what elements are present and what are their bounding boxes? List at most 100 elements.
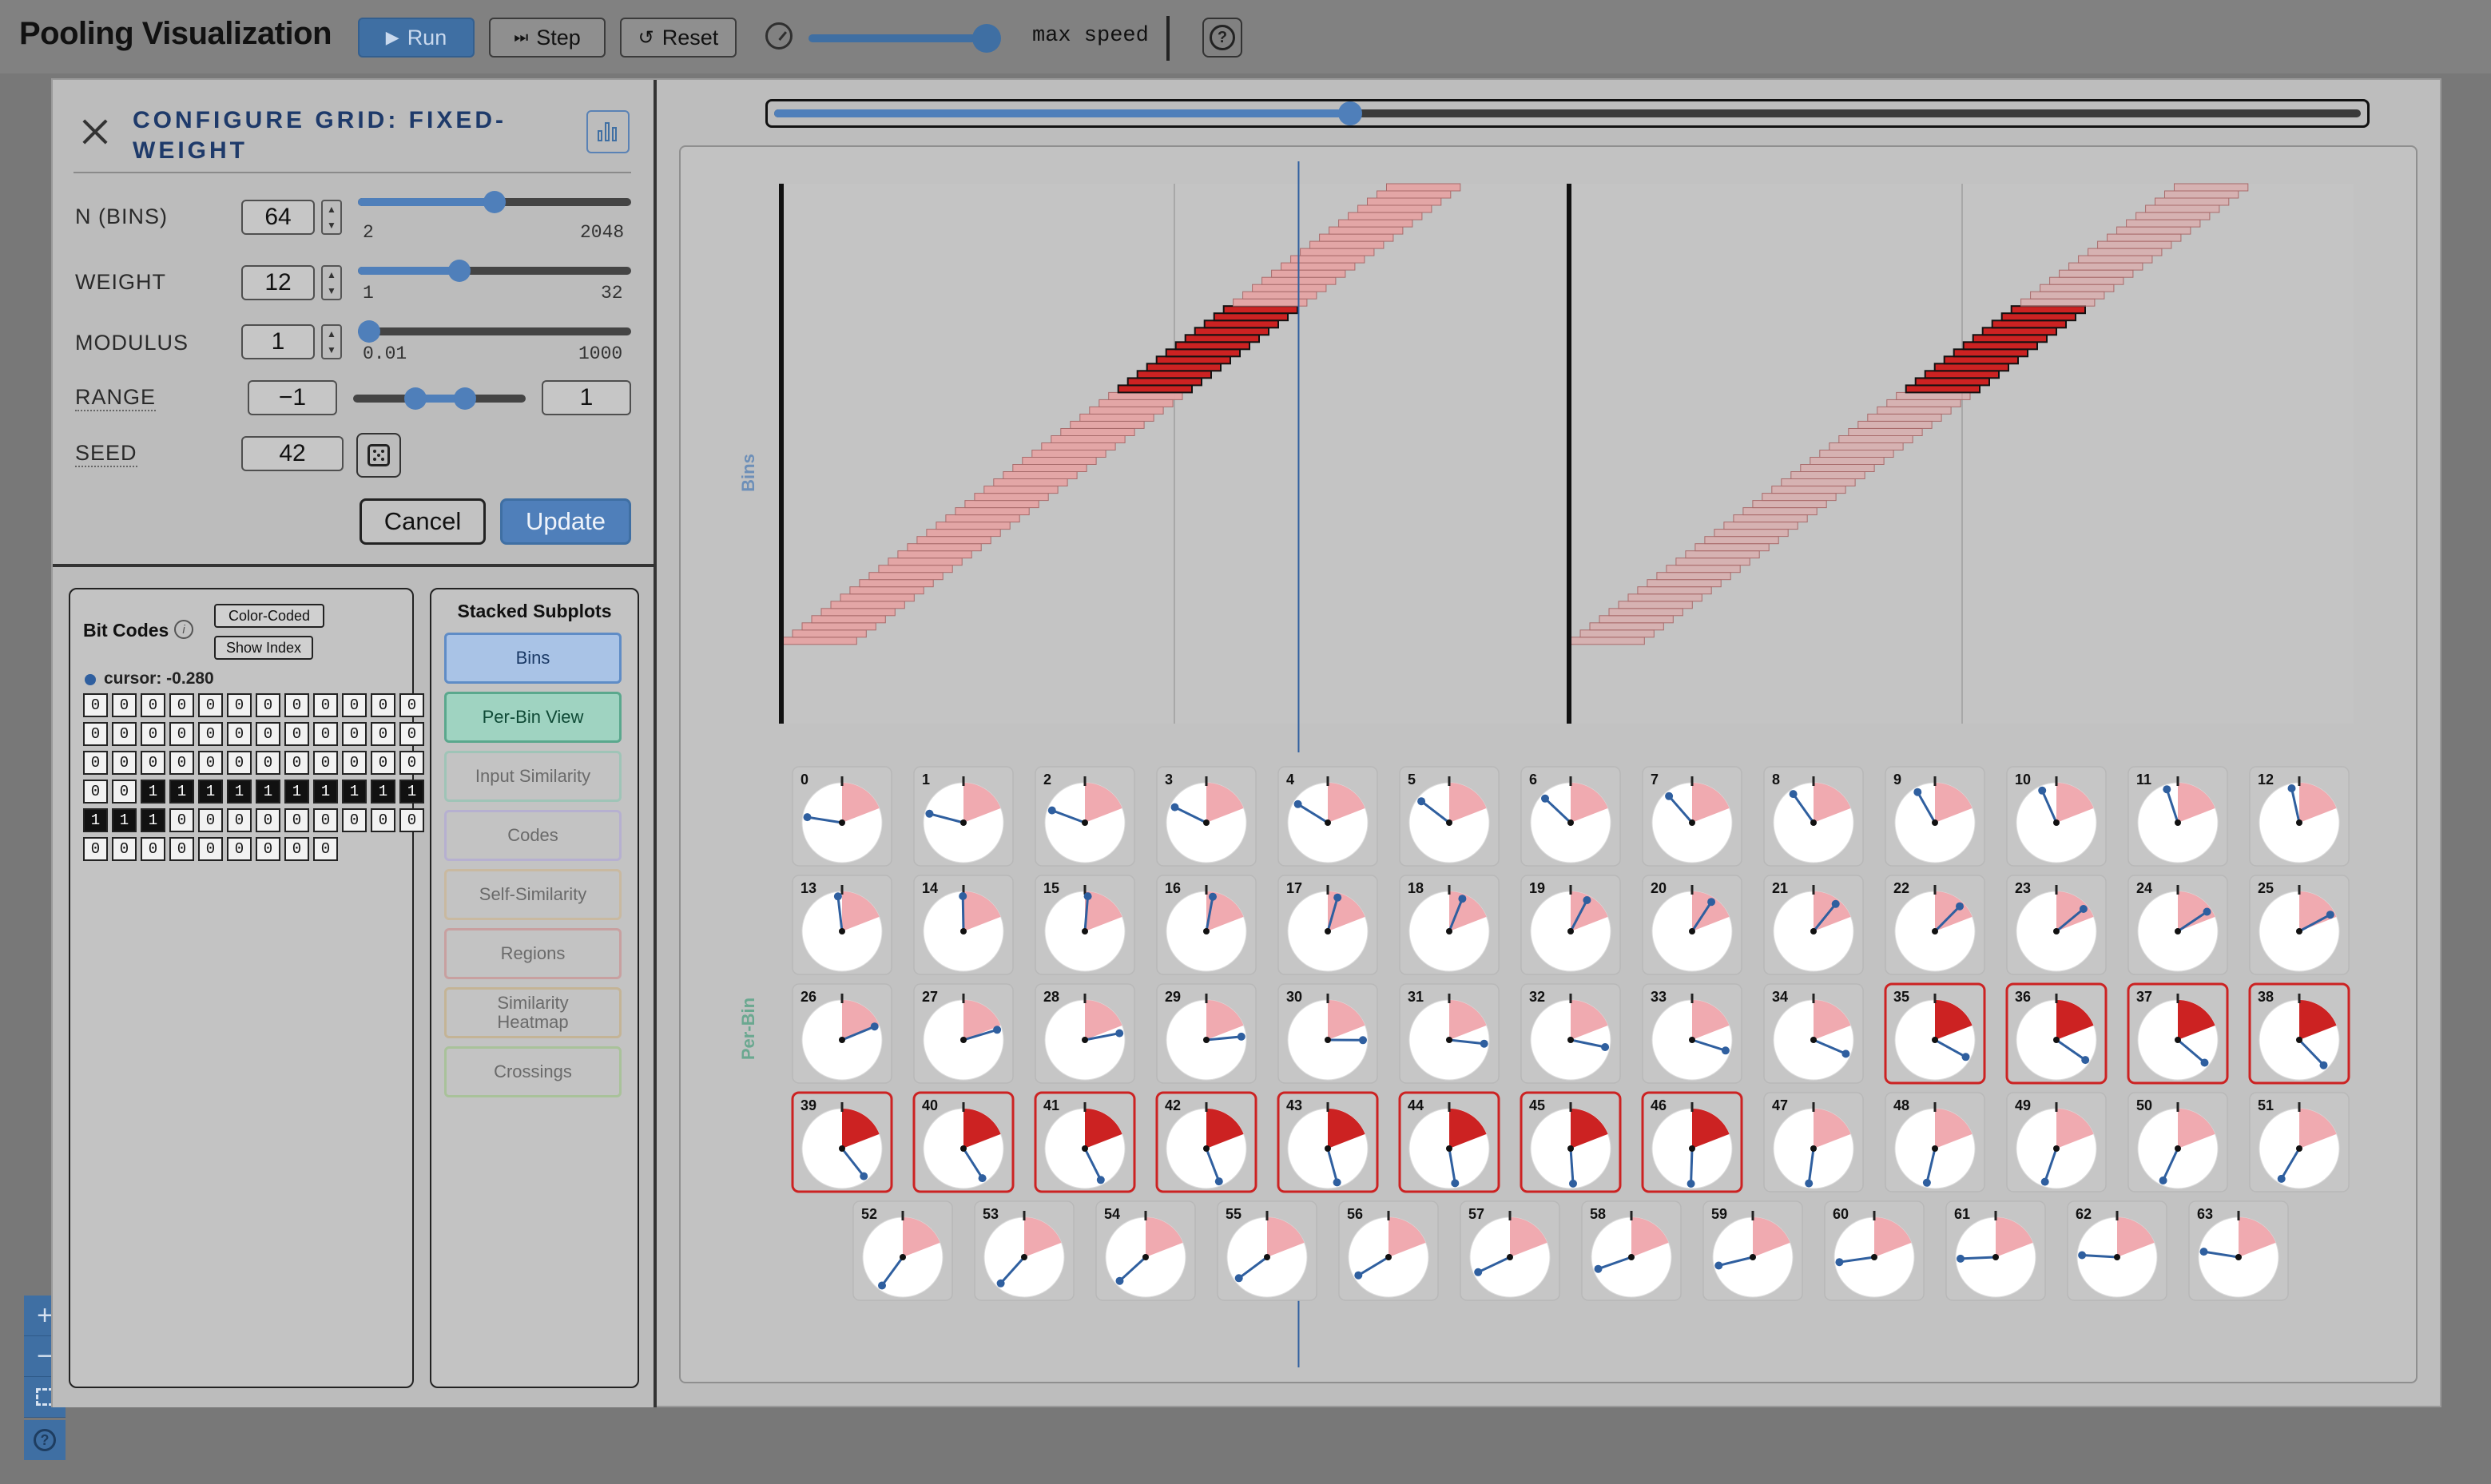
bin-bar [1319,233,1394,242]
gauge-index-label: 13 [801,880,816,896]
bin-bar [1290,255,1365,264]
stepper-up-icon[interactable]: ▲ [327,270,336,280]
gauge-index-label: 4 [1286,772,1294,788]
info-icon[interactable]: i [174,620,193,639]
bit-cell: 0 [112,780,137,804]
speed-slider-knob[interactable] [972,24,1002,53]
range-max-knob[interactable] [454,387,476,410]
timeline-slider[interactable] [765,99,2370,128]
canvas-help-button[interactable]: ? [24,1420,66,1460]
range-slider[interactable] [353,395,526,403]
gauge-needle-tip [1835,1258,1844,1267]
modulus-slider-knob[interactable] [358,320,380,343]
gauge-center [1142,1254,1149,1260]
bin-bar [1108,391,1183,400]
gauge-needle-tip [1333,893,1342,902]
gauge-index-label: 43 [1286,1097,1302,1113]
bin-bar [964,500,1039,509]
gauge-center [839,819,845,826]
bit-cell: 0 [399,693,424,717]
cancel-button[interactable]: Cancel [360,498,486,545]
color-coded-toggle[interactable]: Color-Coded [214,604,324,628]
gauge-center [1932,928,1938,934]
stepper-down-icon[interactable]: ▼ [327,286,336,296]
bin-bar [1877,406,1952,415]
bar-chart-icon[interactable] [586,110,630,153]
stepper-up-icon[interactable]: ▲ [327,204,336,214]
bit-cell: 0 [284,722,309,746]
help-icon: ? [34,1429,56,1451]
run-button[interactable]: ▶ Run [358,18,475,58]
step-forward-icon: ⏭ [514,28,529,46]
subplot-bins-button[interactable]: Bins [444,633,622,684]
modulus-slider[interactable] [358,327,631,335]
gauge-needle-tip [1541,794,1549,803]
n-bins-slider-knob[interactable] [483,191,506,213]
step-button[interactable]: ⏭ Step [489,18,606,58]
bit-cell: 0 [227,722,252,746]
gauge-center [960,1145,967,1152]
weight-slider-knob[interactable] [447,260,471,282]
bin-bar [2135,212,2211,220]
reset-button[interactable]: ↺ Reset [620,18,737,58]
modulus-stepper[interactable]: ▲ ▼ [321,324,342,359]
bit-cell: 0 [112,837,137,861]
range-min-input[interactable]: −1 [248,380,337,415]
subplot-codes-button[interactable]: Codes [444,810,622,861]
gauge-needle-tip [1583,896,1591,904]
gauge-index-label: 59 [1711,1206,1727,1222]
stepper-down-icon[interactable]: ▼ [327,345,336,355]
subplot-input-similarity-button[interactable]: Input Similarity [444,751,622,802]
n-bins-stepper[interactable]: ▲ ▼ [321,200,342,235]
bar-chart-bar [612,127,617,141]
bin-bar [868,572,944,581]
gauge-needle-tip [1961,1053,1970,1061]
close-icon[interactable] [81,118,109,145]
bit-cell: 0 [342,751,367,775]
weight-stepper[interactable]: ▲ ▼ [321,265,342,300]
gauge-needle-tip [959,892,967,900]
show-index-toggle[interactable]: Show Index [214,636,313,660]
bit-cell: 1 [371,780,395,804]
bit-cell: 0 [83,837,108,861]
bin-bar-active [1184,334,1261,343]
stepper-up-icon[interactable]: ▲ [327,329,336,339]
randomize-seed-button[interactable] [356,433,401,478]
bin-bar [1723,522,1798,530]
subplot-similarity-heatmap-button[interactable]: Similarity Heatmap [444,987,622,1038]
bit-cell: 0 [227,837,252,861]
bin-bar [1242,291,1317,300]
timeline-track[interactable] [774,101,2361,125]
gauge-center [1567,1145,1574,1152]
subplot-crossings-button[interactable]: Crossings [444,1046,622,1097]
gauge-index-label: 32 [1529,989,1545,1005]
range-max-input[interactable]: 1 [542,380,631,415]
n-bins-input[interactable]: 64 [241,200,315,235]
subplot-per-bin-button[interactable]: Per-Bin View [444,692,622,743]
stepper-down-icon[interactable]: ▼ [327,220,336,230]
weight-input[interactable]: 12 [241,265,315,300]
gauge-needle-tip [1789,790,1798,799]
subplot-regions-button[interactable]: Regions [444,928,622,979]
bin-bar [2126,219,2201,228]
weight-slider[interactable] [358,267,631,275]
gauge-index-label: 51 [2258,1097,2274,1113]
subplot-self-similarity-button[interactable]: Self-Similarity [444,869,622,920]
gauge-center [1446,928,1452,934]
bit-cell: 0 [371,722,395,746]
seed-input[interactable]: 42 [241,436,344,471]
gauge-needle-tip [2200,1058,2209,1067]
speed-slider[interactable] [808,34,992,42]
bit-cell: 0 [198,751,223,775]
modulus-input[interactable]: 1 [241,324,315,359]
bit-cell: 0 [83,693,108,717]
bin-bar [1867,413,1942,422]
range-min-knob[interactable] [404,387,427,410]
timeline-knob[interactable] [1337,101,1362,125]
bin-bar [1704,536,1779,545]
gauge-center [2235,1254,2242,1260]
seed-label: SEED [75,441,137,467]
update-button[interactable]: Update [500,498,631,545]
help-button[interactable]: ? [1202,18,1242,58]
gauge-needle-tip [1721,1046,1730,1055]
